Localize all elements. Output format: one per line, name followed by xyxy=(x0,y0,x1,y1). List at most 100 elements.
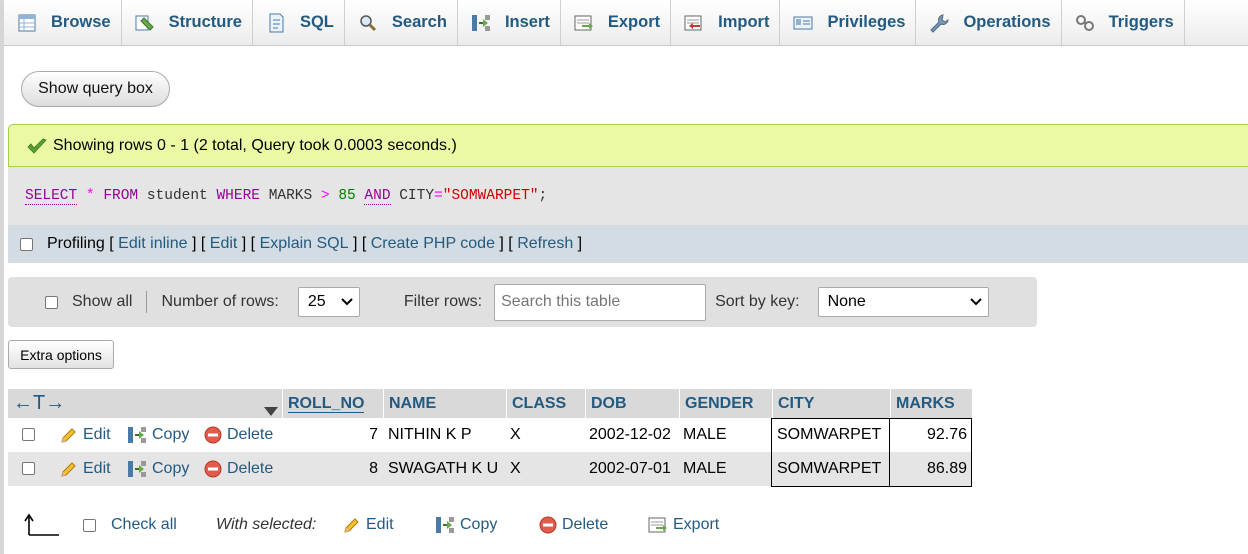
export-icon xyxy=(648,516,668,534)
row-delete-label: Delete xyxy=(227,460,274,477)
tab-structure[interactable]: Structure xyxy=(122,0,253,45)
filter-rows-input[interactable]: Search this table xyxy=(494,283,707,321)
column-header-class[interactable]: CLASS xyxy=(506,389,585,418)
sql-icon xyxy=(265,13,287,33)
refresh-link[interactable]: Refresh xyxy=(517,235,573,253)
edit-inline-link[interactable]: Edit inline xyxy=(118,235,187,253)
tab-export[interactable]: Export xyxy=(561,0,672,45)
column-header-dob[interactable]: DOB xyxy=(585,389,679,418)
copy-icon xyxy=(127,460,147,478)
chevron-down-icon xyxy=(969,293,982,311)
number-of-rows-select[interactable]: 25 xyxy=(297,287,360,317)
column-header-label: DOB xyxy=(591,394,627,412)
extra-options-button[interactable]: Extra options xyxy=(8,340,114,369)
cell-gender: MALE xyxy=(683,426,727,443)
tab-label: Insert xyxy=(504,13,550,31)
explain-sql-link[interactable]: Explain SQL xyxy=(260,235,349,253)
number-of-rows-value: 25 xyxy=(307,293,326,310)
column-header-gender[interactable]: GENDER xyxy=(679,389,772,418)
sql-keyword[interactable]: AND xyxy=(364,188,391,205)
bulk-edit-label: Edit xyxy=(366,516,394,533)
row-edit-label: Edit xyxy=(83,460,111,477)
bulk-copy-button[interactable]: Copy xyxy=(435,500,497,550)
bulk-export-button[interactable]: Export xyxy=(648,500,719,550)
tab-label: Privileges xyxy=(827,13,906,31)
sql-operator: = xyxy=(434,188,443,204)
row-edit-button[interactable]: Edit xyxy=(60,418,111,452)
column-arrows[interactable]: ←T→ xyxy=(8,389,282,418)
cell-roll-no: 7 xyxy=(369,426,378,443)
row-delete-label: Delete xyxy=(227,426,274,443)
browse-icon xyxy=(16,13,38,33)
tab-label: SQL xyxy=(299,13,334,31)
delete-icon xyxy=(204,460,222,478)
resize-arrows: ←T→ xyxy=(13,392,66,414)
tab-triggers[interactable]: Triggers xyxy=(1062,0,1185,45)
sql-column: MARKS xyxy=(268,188,313,204)
row-edit-label: Edit xyxy=(83,426,111,443)
sql-column: CITY xyxy=(399,188,435,204)
cell-class: X xyxy=(510,460,521,477)
cell-name: NITHIN K P xyxy=(388,426,472,443)
row-checkbox[interactable] xyxy=(22,462,35,475)
pencil-icon xyxy=(60,460,78,478)
chevron-down-icon xyxy=(341,293,353,311)
tab-label: Export xyxy=(607,13,661,31)
edit-link[interactable]: Edit xyxy=(210,235,238,253)
top-tab-bar: Browse Structure SQL Search Insert Expor… xyxy=(4,0,1248,46)
search-icon xyxy=(357,13,379,33)
column-header-city[interactable]: CITY xyxy=(772,389,890,418)
column-header-name[interactable]: NAME xyxy=(383,389,506,418)
create-php-code-link[interactable]: Create PHP code xyxy=(371,235,495,253)
sql-keyword[interactable]: SELECT xyxy=(25,188,78,205)
tab-operations[interactable]: Operations xyxy=(916,0,1062,45)
sort-by-key-select[interactable]: None xyxy=(817,287,989,317)
tab-search[interactable]: Search xyxy=(345,0,458,45)
tab-label: Triggers xyxy=(1108,13,1174,31)
column-header-marks[interactable]: MARKS xyxy=(890,389,972,418)
check-all-control[interactable]: Check all xyxy=(83,500,177,550)
left-edge xyxy=(0,0,4,554)
tab-insert[interactable]: Insert xyxy=(458,0,561,45)
navigation-bar: Show all Number of rows: 25 Filter rows:… xyxy=(8,277,1037,327)
sql-keyword: FROM xyxy=(103,188,139,204)
sort-by-key-label: Sort by key: xyxy=(715,293,800,310)
check-all-checkbox[interactable] xyxy=(83,518,96,532)
bulk-edit-button[interactable]: Edit xyxy=(343,500,394,550)
row-copy-button[interactable]: Copy xyxy=(127,452,189,486)
sql-operator: > xyxy=(320,188,330,204)
sql-number: 85 xyxy=(338,188,356,204)
column-header-roll-no[interactable]: ROLL_NO xyxy=(282,389,383,418)
show-all-checkbox[interactable] xyxy=(45,295,58,309)
tab-privileges[interactable]: Privileges xyxy=(780,0,917,45)
row-copy-label: Copy xyxy=(152,460,190,477)
delete-icon xyxy=(539,516,557,534)
sql-operator: * xyxy=(85,188,95,204)
table-header-row: ←T→ ROLL_NO NAME CLASS DOB GENDER CITY M… xyxy=(8,389,972,418)
cell-name: SWAGATH K U xyxy=(388,460,499,477)
row-checkbox[interactable] xyxy=(22,428,35,441)
row-delete-button[interactable]: Delete xyxy=(204,452,273,486)
sql-query-display: SELECT * FROM student WHERE MARKS > 85 A… xyxy=(8,167,1248,225)
bulk-actions-bar: Check all With selected: Edit Copy Delet… xyxy=(0,500,1248,550)
check-all-label[interactable]: Check all xyxy=(111,516,177,534)
triggers-icon xyxy=(1074,13,1096,33)
row-edit-button[interactable]: Edit xyxy=(60,452,111,486)
profiling-checkbox[interactable] xyxy=(20,237,33,251)
export-icon xyxy=(573,13,595,33)
row-copy-label: Copy xyxy=(152,426,190,443)
success-message: Showing rows 0 - 1 (2 total, Query took … xyxy=(8,124,1248,167)
number-of-rows-label: Number of rows: xyxy=(161,293,279,310)
row-copy-button[interactable]: Copy xyxy=(127,418,189,452)
bulk-copy-label: Copy xyxy=(460,516,498,533)
row-delete-button[interactable]: Delete xyxy=(204,418,273,452)
separator xyxy=(146,291,148,313)
tab-sql[interactable]: SQL xyxy=(253,0,345,45)
bulk-delete-button[interactable]: Delete xyxy=(539,500,608,550)
column-header-label: MARKS xyxy=(896,394,955,412)
structure-icon xyxy=(134,13,156,33)
tab-browse[interactable]: Browse xyxy=(4,0,122,45)
show-query-box-button[interactable]: Show query box xyxy=(21,71,170,107)
tab-import[interactable]: Import xyxy=(671,0,781,45)
filter-rows-label: Filter rows: xyxy=(403,293,483,310)
